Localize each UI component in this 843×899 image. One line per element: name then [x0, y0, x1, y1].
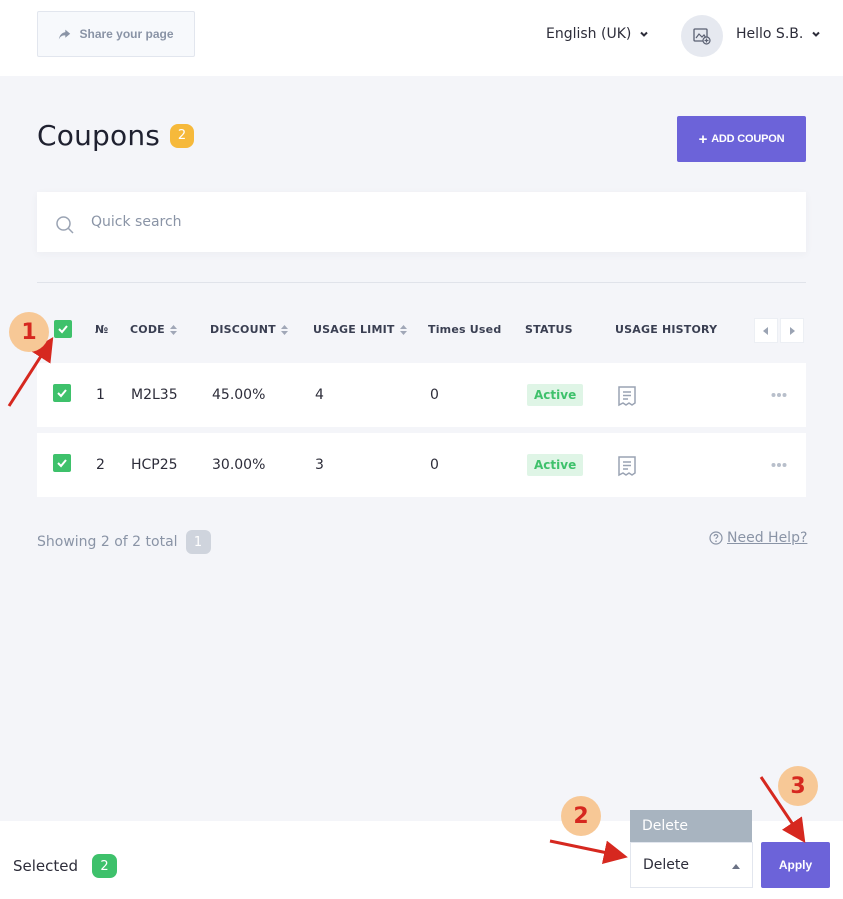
column-header-number: №	[95, 323, 108, 336]
table-row: 1 M2L35 45.00% 4 0 Active	[37, 363, 806, 427]
annotation-marker-3: 3	[778, 766, 818, 806]
bulk-action-selected-value: Delete	[643, 857, 689, 873]
row-code: M2L35	[131, 387, 178, 403]
page-number-button[interactable]: 1	[185, 530, 211, 554]
page-title: Coupons 2	[37, 119, 195, 152]
row-times-used: 0	[430, 387, 439, 403]
status-badge: Active	[527, 384, 584, 406]
greeting-label: Hello S.B.	[736, 26, 804, 42]
column-header-discount[interactable]: DISCOUNT	[210, 323, 288, 336]
row-times-used: 0	[430, 457, 439, 473]
language-label: English (UK)	[546, 26, 632, 42]
receipt-icon[interactable]	[615, 454, 639, 478]
page-title-text: Coupons	[37, 119, 161, 152]
row-usage-limit: 4	[315, 387, 324, 403]
coupon-count-badge: 2	[170, 123, 195, 148]
row-checkbox[interactable]	[53, 454, 71, 472]
row-discount: 30.00%	[212, 457, 266, 473]
checkmark-icon	[58, 325, 68, 334]
column-header-status-label: STATUS	[525, 323, 573, 336]
caret-left-icon	[763, 326, 768, 335]
share-page-label: Share your page	[79, 27, 174, 41]
add-coupon-label: ADD COUPON	[711, 133, 785, 145]
row-number: 2	[96, 457, 105, 473]
sort-icon	[169, 324, 177, 335]
checkmark-icon	[57, 459, 67, 468]
showing-text: Showing 2 of 2 total	[37, 534, 178, 550]
caret-up-icon	[732, 864, 740, 869]
row-checkbox[interactable]	[53, 384, 71, 402]
column-header-usage-history-label: USAGE HISTORY	[615, 323, 718, 336]
column-header-usage-history: USAGE HISTORY	[615, 323, 717, 336]
sort-icon	[280, 324, 288, 335]
more-options-icon[interactable]	[771, 462, 787, 468]
need-help-link[interactable]: Need Help?	[709, 530, 807, 546]
scroll-right-button[interactable]	[780, 318, 804, 343]
share-arrow-icon	[59, 29, 71, 39]
question-circle-icon	[709, 531, 723, 545]
dropdown-option-delete[interactable]: Delete	[630, 810, 752, 842]
language-selector[interactable]: English (UK)	[546, 26, 649, 42]
row-discount: 45.00%	[212, 387, 266, 403]
add-coupon-button[interactable]: + ADD COUPON	[677, 116, 806, 162]
share-page-button[interactable]: Share your page	[37, 11, 195, 57]
column-header-status: STATUS	[525, 323, 573, 336]
scroll-left-button[interactable]	[754, 318, 778, 343]
selected-label: Selected	[13, 857, 79, 875]
sort-icon	[399, 324, 407, 335]
row-code: HCP25	[131, 457, 178, 473]
bulk-action-select[interactable]: Delete	[630, 842, 753, 888]
search-box	[37, 192, 806, 252]
need-help-label: Need Help?	[727, 530, 808, 546]
select-all-checkbox[interactable]	[54, 320, 72, 338]
column-header-usage-limit-label: USAGE LIMIT	[313, 323, 395, 336]
annotation-marker-2: 2	[561, 796, 601, 836]
more-options-icon[interactable]	[771, 392, 787, 398]
checkmark-icon	[57, 389, 67, 398]
status-badge: Active	[527, 454, 584, 476]
column-header-usage-limit[interactable]: USAGE LIMIT	[313, 323, 407, 336]
avatar[interactable]	[681, 15, 723, 57]
column-header-times-used-label: Times Used	[428, 323, 502, 336]
receipt-icon[interactable]	[615, 384, 639, 408]
column-header-times-used: Times Used	[428, 323, 501, 336]
divider	[37, 282, 806, 283]
annotation-marker-1: 1	[9, 312, 49, 352]
pagination-info: Showing 2 of 2 total 1	[37, 530, 211, 554]
user-avatar-icon	[693, 28, 711, 45]
search-icon	[56, 216, 74, 234]
row-usage-limit: 3	[315, 457, 324, 473]
row-number: 1	[96, 387, 105, 403]
column-header-discount-label: DISCOUNT	[210, 323, 276, 336]
plus-icon: +	[698, 130, 708, 148]
chevron-down-icon	[812, 31, 821, 37]
caret-right-icon	[790, 326, 795, 335]
search-input[interactable]	[91, 210, 781, 234]
selected-count-badge: 2	[92, 854, 118, 878]
chevron-down-icon	[640, 31, 649, 37]
column-header-number-label: №	[95, 323, 109, 336]
apply-button[interactable]: Apply	[761, 842, 830, 888]
user-menu[interactable]: Hello S.B.	[736, 26, 821, 42]
selected-info: Selected 2	[13, 854, 118, 878]
table-row: 2 HCP25 30.00% 3 0 Active	[37, 433, 806, 497]
column-header-code-label: CODE	[130, 323, 165, 336]
column-header-code[interactable]: CODE	[130, 323, 177, 336]
